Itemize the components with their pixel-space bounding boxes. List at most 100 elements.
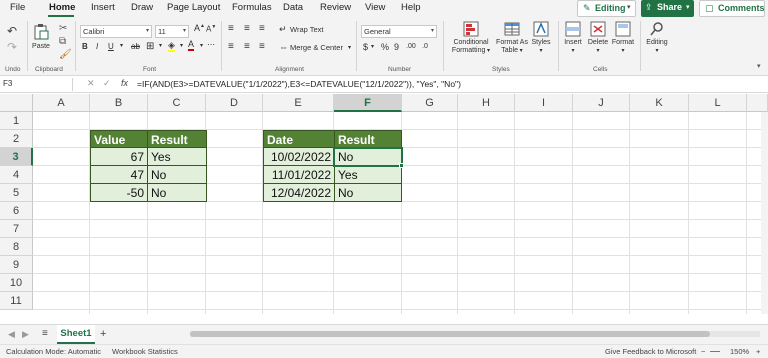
- row-header-7[interactable]: 7: [0, 220, 33, 238]
- delete-cells-button[interactable]: Delete ▾: [586, 21, 610, 55]
- row-header-8[interactable]: 8: [0, 238, 33, 256]
- conditional-formatting-button[interactable]: Conditional Formatting ▾: [448, 21, 494, 55]
- row-header-10[interactable]: 10: [0, 274, 33, 292]
- table1-cell-value[interactable]: -50: [90, 184, 148, 202]
- column-header-b[interactable]: B: [90, 94, 148, 112]
- menu-help[interactable]: Help: [401, 2, 421, 13]
- cut-icon[interactable]: ✂: [59, 23, 67, 34]
- ribbon-expand-icon[interactable]: ▾: [757, 62, 761, 70]
- chevron-down-icon[interactable]: ▾: [348, 44, 351, 51]
- horizontal-scrollbar[interactable]: [190, 331, 760, 337]
- table2-cell-date[interactable]: 12/04/2022: [263, 184, 335, 202]
- feedback-button[interactable]: Give Feedback to Microsoft: [605, 347, 696, 356]
- strikethrough-icon[interactable]: ab: [131, 42, 140, 51]
- shrink-font-icon[interactable]: A▼: [206, 24, 216, 34]
- more-options-icon[interactable]: ⋯: [207, 40, 215, 49]
- format-cells-button[interactable]: Format ▾: [611, 21, 635, 55]
- chevron-down-icon[interactable]: ▾: [371, 43, 374, 50]
- column-header-k[interactable]: K: [630, 94, 689, 112]
- comments-button[interactable]: ▢ Comments: [699, 0, 765, 17]
- menu-page-layout[interactable]: Page Layout: [167, 2, 220, 13]
- vertical-scrollbar[interactable]: [761, 112, 768, 314]
- chevron-down-icon[interactable]: ▾: [159, 42, 162, 49]
- cancel-icon[interactable]: ✕: [87, 78, 95, 89]
- table2-cell-date[interactable]: 10/02/2022: [263, 148, 335, 166]
- zoom-out-button[interactable]: −: [701, 347, 705, 356]
- wrap-text-button[interactable]: Wrap Text: [290, 25, 324, 34]
- table1-cell-value[interactable]: 47: [90, 166, 148, 184]
- font-size-combo[interactable]: 11 ▾: [155, 25, 189, 38]
- align-right-icon[interactable]: ≡: [259, 41, 265, 52]
- next-sheet-icon[interactable]: ▶: [22, 329, 29, 340]
- comma-style-button[interactable]: 9: [394, 42, 399, 52]
- row-header-5[interactable]: 5: [0, 184, 33, 202]
- align-top-icon[interactable]: ≡: [228, 23, 234, 34]
- column-header-j[interactable]: J: [573, 94, 630, 112]
- share-button[interactable]: ⇪ Share ▾: [641, 0, 694, 17]
- zoom-level[interactable]: 150%: [730, 347, 749, 356]
- column-header-h[interactable]: H: [458, 94, 515, 112]
- menu-data[interactable]: Data: [283, 2, 303, 13]
- menu-insert[interactable]: Insert: [91, 2, 115, 13]
- table1-cell-result[interactable]: Yes: [147, 148, 207, 166]
- align-left-icon[interactable]: ≡: [228, 41, 234, 52]
- font-color-icon[interactable]: A: [188, 40, 195, 51]
- italic-icon[interactable]: I: [96, 42, 98, 51]
- insert-function-button[interactable]: fx: [121, 78, 128, 88]
- menu-home[interactable]: Home: [49, 2, 75, 13]
- wrap-text-icon[interactable]: ↵: [279, 24, 287, 35]
- row-header-1[interactable]: 1: [0, 112, 33, 130]
- column-header-i[interactable]: I: [515, 94, 573, 112]
- menu-file[interactable]: File: [10, 2, 25, 13]
- table1-header-result[interactable]: Result: [147, 130, 207, 148]
- select-all-corner[interactable]: [0, 94, 33, 112]
- chevron-down-icon[interactable]: ▾: [200, 42, 203, 49]
- font-name-combo[interactable]: Calibri ▾: [80, 25, 152, 38]
- redo-icon[interactable]: ↷: [7, 40, 17, 54]
- column-header-f[interactable]: F: [334, 94, 402, 112]
- table2-cell-result[interactable]: No: [334, 184, 402, 202]
- table2-header-date[interactable]: Date: [263, 130, 335, 148]
- menu-review[interactable]: Review: [320, 2, 351, 13]
- menu-draw[interactable]: Draw: [131, 2, 153, 13]
- row-header-6[interactable]: 6: [0, 202, 33, 220]
- grow-font-icon[interactable]: A▲: [194, 23, 205, 33]
- fill-color-icon[interactable]: ◈: [168, 41, 175, 52]
- bold-icon[interactable]: B: [82, 42, 88, 51]
- paste-button[interactable]: Paste: [30, 21, 52, 51]
- prev-sheet-icon[interactable]: ◀: [8, 329, 15, 340]
- align-middle-icon[interactable]: ≡: [244, 23, 250, 34]
- borders-icon[interactable]: ⊞: [146, 41, 154, 52]
- table1-cell-result[interactable]: No: [147, 166, 207, 184]
- table2-header-result[interactable]: Result: [334, 130, 402, 148]
- fill-handle[interactable]: [399, 163, 404, 168]
- zoom-slider[interactable]: [710, 351, 720, 352]
- column-header-d[interactable]: D: [206, 94, 263, 112]
- format-painter-icon[interactable]: 🖌: [59, 49, 72, 60]
- merge-center-icon[interactable]: ⇔: [279, 42, 288, 52]
- row-header-11[interactable]: 11: [0, 292, 33, 310]
- column-header-e[interactable]: E: [263, 94, 334, 112]
- editing-mode-button[interactable]: ✎ Editing ▾: [577, 0, 636, 17]
- table1-cell-result[interactable]: No: [147, 184, 207, 202]
- row-header-9[interactable]: 9: [0, 256, 33, 274]
- menu-view[interactable]: View: [365, 2, 385, 13]
- number-format-combo[interactable]: General ▾: [361, 25, 437, 38]
- scrollbar-thumb[interactable]: [190, 331, 710, 337]
- row-header-2[interactable]: 2: [0, 130, 33, 148]
- workbook-statistics-button[interactable]: Workbook Statistics: [112, 347, 178, 356]
- column-header-c[interactable]: C: [148, 94, 206, 112]
- formula-input[interactable]: =IF(AND(E3>=DATEVALUE("1/1/2022"),E3<=DA…: [137, 79, 461, 89]
- chevron-down-icon[interactable]: ▾: [180, 42, 183, 49]
- insert-cells-button[interactable]: Insert ▾: [561, 21, 585, 55]
- column-header-l[interactable]: L: [689, 94, 747, 112]
- add-sheet-button[interactable]: +: [100, 328, 106, 340]
- undo-icon[interactable]: ↶: [7, 24, 17, 38]
- currency-format-button[interactable]: $: [363, 42, 368, 52]
- align-center-icon[interactable]: ≡: [244, 41, 250, 52]
- enter-icon[interactable]: ✓: [103, 78, 111, 89]
- menu-formulas[interactable]: Formulas: [232, 2, 272, 13]
- underline-icon[interactable]: U: [108, 42, 114, 51]
- column-header-a[interactable]: A: [33, 94, 90, 112]
- format-as-table-button[interactable]: Format As Table ▾: [495, 21, 529, 55]
